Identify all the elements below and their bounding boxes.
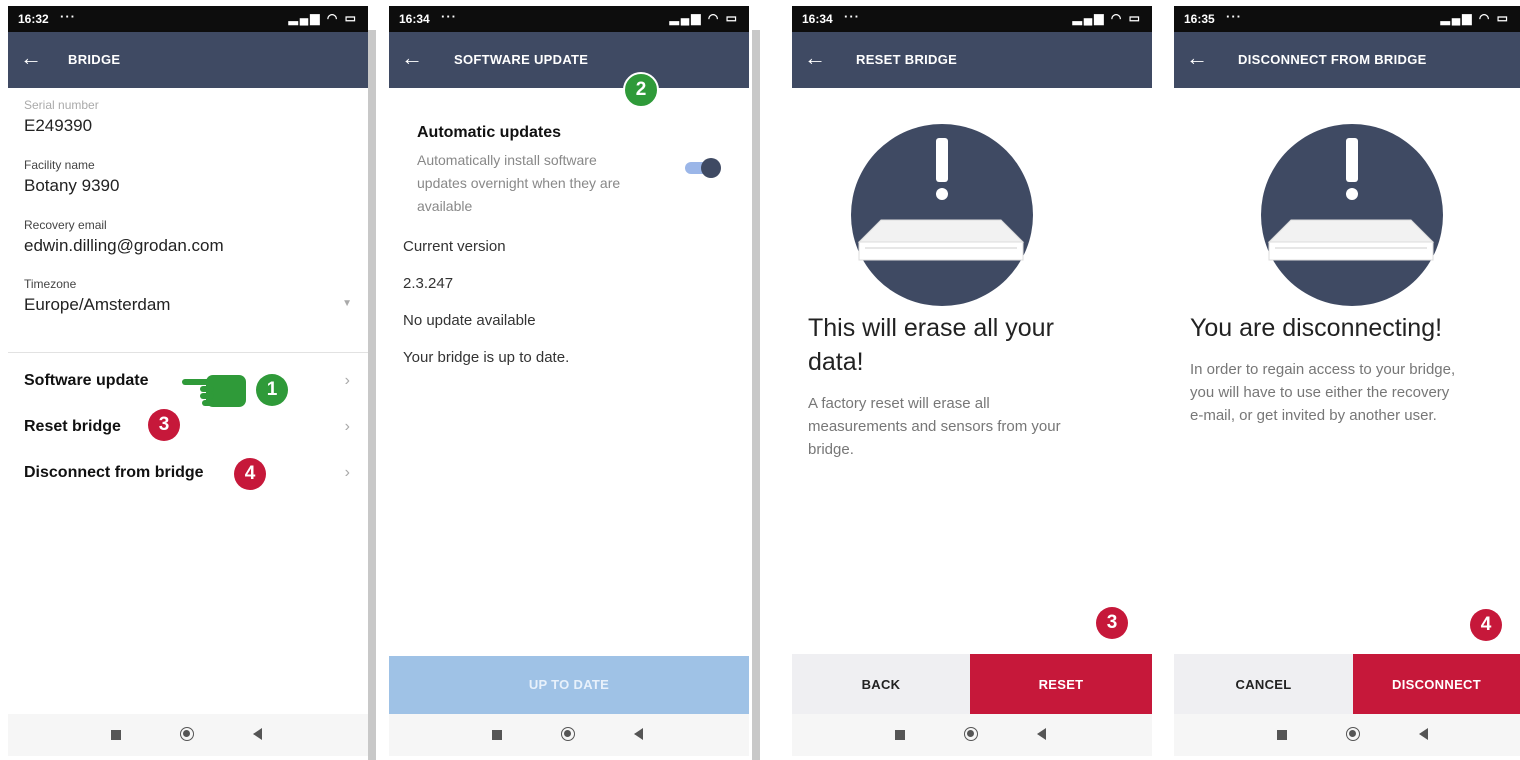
disconnect-text-line-2: you will have to use either the recovery <box>1190 384 1450 401</box>
notification-dots-icon: ··· <box>1226 9 1242 24</box>
auto-update-toggle[interactable] <box>685 158 721 178</box>
notification-dots-icon: ··· <box>844 9 860 24</box>
chevron-right-icon[interactable]: › <box>345 418 350 436</box>
warning-text-line-2: measurements and sensors from your <box>808 418 1061 435</box>
timezone-label: Timezone <box>24 277 77 291</box>
step-badge-2: 2 <box>623 72 659 108</box>
back-triangle-icon[interactable] <box>1037 728 1046 740</box>
recent-apps-icon[interactable] <box>1277 730 1287 740</box>
step-badge-3: 3 <box>148 409 180 441</box>
page-title: DISCONNECT FROM BRIDGE <box>1238 52 1427 67</box>
chevron-right-icon[interactable]: › <box>345 464 350 482</box>
arrow-left-icon[interactable]: ← <box>401 45 423 71</box>
recent-apps-icon[interactable] <box>492 730 502 740</box>
serial-number-label: Serial number <box>24 98 99 112</box>
home-icon[interactable] <box>180 727 194 741</box>
divider <box>8 352 368 353</box>
screen-shadow <box>368 30 376 760</box>
software-update-item[interactable]: Software update <box>24 372 148 390</box>
status-bar: 16:34 ··· ▂▄▆ ◠ ▭ <box>389 6 749 32</box>
app-bar: ← BRIDGE <box>8 32 368 88</box>
home-icon[interactable] <box>561 727 575 741</box>
status-bar: 16:35 ··· ▂▄▆ ◠ ▭ <box>1174 6 1520 32</box>
recent-apps-icon[interactable] <box>895 730 905 740</box>
version-number: 2.3.247 <box>403 275 454 292</box>
reset-button[interactable]: RESET <box>970 654 1152 716</box>
recovery-email-label: Recovery email <box>24 218 107 232</box>
update-status: No update available <box>403 312 536 329</box>
step-badge-4: 4 <box>234 458 266 490</box>
step-badge-3: 3 <box>1096 607 1128 639</box>
step-badge-1: 1 <box>256 374 288 406</box>
signal-wifi-battery-icon: ▂▄▆ ◠ ▭ <box>1440 11 1510 25</box>
serial-number-value: E249390 <box>24 116 93 135</box>
recent-apps-icon[interactable] <box>111 730 121 740</box>
arrow-left-icon[interactable]: ← <box>804 45 826 71</box>
status-time: 16:32 <box>18 12 49 26</box>
screen-shadow <box>752 30 760 760</box>
notification-dots-icon: ··· <box>441 9 457 24</box>
disconnect-bridge-item[interactable]: Disconnect from bridge <box>24 464 204 482</box>
back-button[interactable]: BACK <box>792 654 970 716</box>
auto-desc-line-1: Automatically install software <box>417 152 597 168</box>
signal-wifi-battery-icon: ▂▄▆ ◠ ▭ <box>1072 11 1142 25</box>
chevron-right-icon[interactable]: › <box>345 372 350 390</box>
warning-text-line-3: bridge. <box>808 441 854 458</box>
arrow-left-icon[interactable]: ← <box>20 45 42 71</box>
back-triangle-icon[interactable] <box>634 728 643 740</box>
auto-desc-line-2: updates overnight when they are <box>417 175 621 191</box>
android-nav-bar <box>8 714 368 756</box>
screen-reset-bridge: 16:34 ··· ▂▄▆ ◠ ▭ ← RESET BRIDGE This wi… <box>792 6 1152 756</box>
page-title: BRIDGE <box>68 52 121 67</box>
facility-name-label: Facility name <box>24 158 95 172</box>
screen-disconnect: 16:35 ··· ▂▄▆ ◠ ▭ ← DISCONNECT FROM BRID… <box>1174 6 1520 756</box>
home-icon[interactable] <box>964 727 978 741</box>
toggle-knob <box>701 158 721 178</box>
up-to-date-message: Your bridge is up to date. <box>403 349 570 366</box>
bridge-warning-illustration <box>1261 124 1443 306</box>
status-time: 16:34 <box>802 12 833 26</box>
disconnect-text-line-1: In order to regain access to your bridge… <box>1190 361 1456 378</box>
automatic-updates-title: Automatic updates <box>417 124 562 141</box>
warning-heading-line-2: data! <box>808 348 864 376</box>
signal-wifi-battery-icon: ▂▄▆ ◠ ▭ <box>669 11 739 25</box>
status-time: 16:35 <box>1184 12 1215 26</box>
bridge-warning-illustration <box>851 124 1033 306</box>
home-icon[interactable] <box>1346 727 1360 741</box>
disconnect-button[interactable]: DISCONNECT <box>1353 654 1520 716</box>
app-bar: ← SOFTWARE UPDATE <box>389 32 749 88</box>
back-triangle-icon[interactable] <box>253 728 262 740</box>
dropdown-caret-icon[interactable]: ▼ <box>342 298 352 309</box>
android-nav-bar <box>1174 714 1520 756</box>
status-bar: 16:34 ··· ▂▄▆ ◠ ▭ <box>792 6 1152 32</box>
up-to-date-button[interactable]: UP TO DATE <box>389 656 749 714</box>
screen-software-update: 16:34 ··· ▂▄▆ ◠ ▭ ← SOFTWARE UPDATE 2 Au… <box>389 6 749 756</box>
current-version-label: Current version <box>403 238 506 255</box>
android-nav-bar <box>389 714 749 756</box>
app-bar: ← DISCONNECT FROM BRIDGE <box>1174 32 1520 88</box>
page-title: RESET BRIDGE <box>856 52 958 67</box>
android-nav-bar <box>792 714 1152 756</box>
timezone-select[interactable]: Europe/Amsterdam <box>24 295 170 315</box>
status-time: 16:34 <box>399 12 430 26</box>
warning-text-line-1: A factory reset will erase all <box>808 395 990 412</box>
arrow-left-icon[interactable]: ← <box>1186 45 1208 71</box>
status-bar: 16:32 ··· ▂▄▆ ◠ ▭ <box>8 6 368 32</box>
disconnect-heading: You are disconnecting! <box>1190 314 1443 342</box>
screen-bridge: 16:32 ··· ▂▄▆ ◠ ▭ ← BRIDGE Serial number… <box>8 6 368 756</box>
app-bar: ← RESET BRIDGE <box>792 32 1152 88</box>
recovery-email-value[interactable]: edwin.dilling@grodan.com <box>24 236 224 256</box>
facility-name-value[interactable]: Botany 9390 <box>24 176 119 196</box>
warning-heading-line-1: This will erase all your <box>808 314 1054 342</box>
signal-wifi-battery-icon: ▂▄▆ ◠ ▭ <box>288 11 358 25</box>
disconnect-text-line-3: e-mail, or get invited by another user. <box>1190 407 1437 424</box>
notification-dots-icon: ··· <box>60 9 76 24</box>
page-title: SOFTWARE UPDATE <box>454 52 589 67</box>
cancel-button[interactable]: CANCEL <box>1174 654 1353 716</box>
reset-bridge-item[interactable]: Reset bridge <box>24 418 121 436</box>
pointing-hand-icon <box>182 375 246 407</box>
back-triangle-icon[interactable] <box>1419 728 1428 740</box>
step-badge-4: 4 <box>1470 609 1502 641</box>
auto-desc-line-3: available <box>417 198 473 214</box>
